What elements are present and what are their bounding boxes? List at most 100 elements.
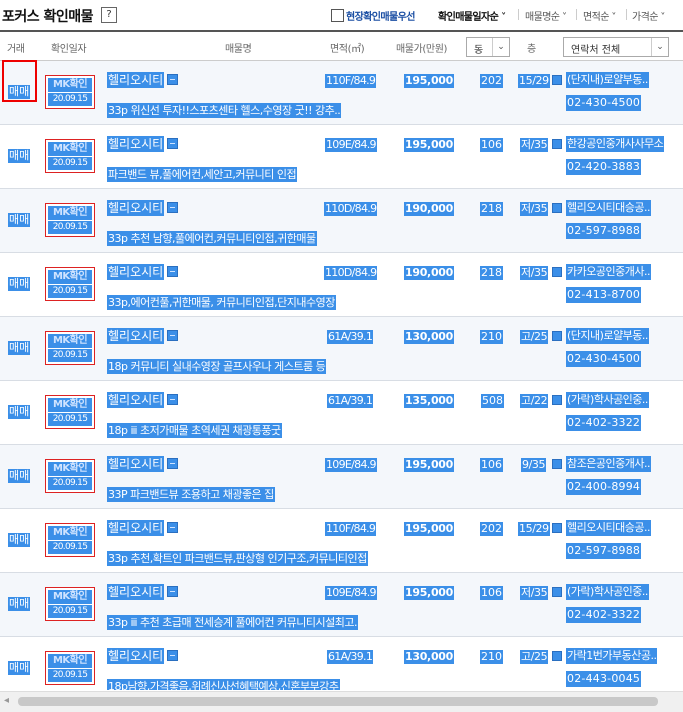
- onsite-priority-label[interactable]: 현장확인매물우선: [346, 8, 415, 23]
- agent-info-icon[interactable]: [552, 75, 562, 85]
- trade-type: 매매: [8, 661, 31, 675]
- memo-icon[interactable]: [167, 650, 178, 661]
- agent-phone: 02-420-3883: [566, 159, 642, 175]
- listing-name[interactable]: 헬리오시티: [107, 200, 165, 216]
- agent-info-icon[interactable]: [552, 587, 562, 597]
- area-value: 110F/84.9: [325, 522, 377, 536]
- floor-value: 고/25: [520, 650, 549, 664]
- memo-icon[interactable]: [167, 202, 178, 213]
- confirm-date: 20.09.15: [48, 157, 92, 170]
- table-row[interactable]: 매매 MK확인 20.09.15 헬리오시티 33p ⅲ 추천 초급매 전세승계 풀에어…: [0, 573, 683, 637]
- agent-info-icon[interactable]: [552, 139, 562, 149]
- sort-confirm-date[interactable]: 확인매물일자순 ˅: [438, 8, 506, 23]
- agent-name[interactable]: (가락)학사공인중..: [566, 392, 649, 408]
- sort-price[interactable]: 가격순 ˅: [632, 8, 665, 23]
- agent-info-icon[interactable]: [552, 395, 562, 405]
- mk-confirm-label: MK확인: [48, 398, 92, 412]
- agent-name[interactable]: (단지내)로얄부동..: [566, 328, 649, 344]
- chevron-down-icon: ⌄: [492, 38, 509, 56]
- memo-icon[interactable]: [167, 458, 178, 469]
- price-value: 195,000: [404, 138, 455, 152]
- agent-name[interactable]: 헬리오시티대승공..: [566, 520, 651, 536]
- listing-name[interactable]: 헬리오시티: [107, 456, 165, 472]
- listing-description[interactable]: 18p남향,가격좋음,위례신사선혜택예상,신혼부부강추: [107, 679, 340, 690]
- dong-select[interactable]: 동 ⌄: [466, 37, 510, 57]
- onsite-priority-checkbox[interactable]: [331, 9, 344, 22]
- confirm-date: 20.09.15: [48, 605, 92, 618]
- agent-name[interactable]: (단지내)로얄부동..: [566, 72, 649, 88]
- agent-name[interactable]: 카카오공인중개사..: [566, 264, 651, 280]
- listing-name[interactable]: 헬리오시티: [107, 392, 165, 408]
- mk-confirm-label: MK확인: [48, 78, 92, 92]
- listing-description[interactable]: 18p 커뮤니티 실내수영장 골프사우나 게스트룸 등: [107, 359, 327, 374]
- memo-icon[interactable]: [167, 138, 178, 149]
- memo-icon[interactable]: [167, 522, 178, 533]
- contact-select[interactable]: 연락처 전체 ⌄: [563, 37, 669, 57]
- sort-area[interactable]: 면적순 ˅: [583, 8, 616, 23]
- floor-value: 9/35: [521, 458, 547, 472]
- table-row[interactable]: 매매 MK확인 20.09.15 헬리오시티 18p ⅲ 초저가매물 초역세권 채광통풍…: [0, 381, 683, 445]
- agent-name[interactable]: (가락)학사공인중..: [566, 584, 649, 600]
- listing-name[interactable]: 헬리오시티: [107, 328, 165, 344]
- table-row[interactable]: 매매 MK확인 20.09.15 헬리오시티 18p 커뮤니티 실내수영장 골프사우나 …: [0, 317, 683, 381]
- listing-description[interactable]: 33p 위신선 투자!!스포츠센타 헬스,수영장 굿!! 강추..: [107, 103, 342, 118]
- floor-value: 저/35: [520, 266, 549, 280]
- agent-name[interactable]: 가락1번가부동산공..: [566, 648, 658, 664]
- help-icon[interactable]: ?: [101, 7, 117, 23]
- top-bar: 포커스 확인매물 ? 현장확인매물우선 확인매물일자순 ˅ 매물명순 ˅ 면적순…: [0, 0, 683, 32]
- listing-description[interactable]: 18p ⅲ 초저가매물 초역세권 채광통풍굿: [107, 423, 282, 438]
- agent-name[interactable]: 한강공인중개사사무소: [566, 136, 665, 152]
- listing-table: 매매 MK확인 20.09.15 헬리오시티 33p 위신선 투자!!스포츠센타 헬스,…: [0, 61, 683, 690]
- table-row[interactable]: 매매 MK확인 20.09.15 헬리오시티 33p,에어컨풀,귀한매물, 커뮤니티인접…: [0, 253, 683, 317]
- agent-info-icon[interactable]: [552, 459, 562, 469]
- memo-icon[interactable]: [167, 266, 178, 277]
- agent-info-icon[interactable]: [552, 331, 562, 341]
- trade-type: 매매: [8, 149, 31, 163]
- col-area: 면적(㎡): [330, 44, 365, 55]
- divider: [626, 9, 627, 20]
- memo-icon[interactable]: [167, 74, 178, 85]
- agent-phone: 02-402-3322: [566, 415, 642, 431]
- listing-name[interactable]: 헬리오시티: [107, 136, 165, 152]
- listing-name[interactable]: 헬리오시티: [107, 520, 165, 536]
- agent-phone: 02-430-4500: [566, 351, 642, 367]
- table-row[interactable]: 매매 MK확인 20.09.15 헬리오시티 33p 추천,확트인 파크밴드뷰,판상형 …: [0, 509, 683, 573]
- agent-info-icon[interactable]: [552, 267, 562, 277]
- table-row[interactable]: 매매 MK확인 20.09.15 헬리오시티 33p 추천 남향,풀에어컨,커뮤니티인접…: [0, 189, 683, 253]
- table-row[interactable]: 매매 MK확인 20.09.15 헬리오시티 33P 파크밴드뷰 조용하고 채광좋은 집…: [0, 445, 683, 509]
- table-row[interactable]: 매매 MK확인 20.09.15 헬리오시티 33p 위신선 투자!!스포츠센타 헬스,…: [0, 61, 683, 125]
- agent-info-icon[interactable]: [552, 203, 562, 213]
- memo-icon[interactable]: [167, 586, 178, 597]
- sort-name[interactable]: 매물명순 ˅: [525, 8, 567, 23]
- scroll-thumb[interactable]: [18, 697, 658, 706]
- memo-icon[interactable]: [167, 330, 178, 341]
- agent-info-icon[interactable]: [552, 651, 562, 661]
- listing-name[interactable]: 헬리오시티: [107, 584, 165, 600]
- col-price: 매물가(만원): [396, 44, 448, 55]
- horizontal-scrollbar[interactable]: ◂: [0, 691, 683, 712]
- dong-value: 106: [480, 138, 503, 152]
- floor-value: 15/29: [518, 522, 550, 536]
- listing-name[interactable]: 헬리오시티: [107, 648, 165, 664]
- memo-icon[interactable]: [167, 394, 178, 405]
- scroll-left-icon[interactable]: ◂: [4, 695, 9, 706]
- listing-description[interactable]: 파크밴드 뷰,풀에어컨,세안고,커뮤니티 인접: [107, 167, 298, 182]
- dong-value: 202: [480, 522, 503, 536]
- listing-description[interactable]: 33p 추천 남향,풀에어컨,커뮤니티인접,귀한매물: [107, 231, 317, 246]
- agent-phone: 02-597-8988: [566, 223, 642, 239]
- agent-name[interactable]: 참조은공인중개사..: [566, 456, 651, 472]
- listing-name[interactable]: 헬리오시티: [107, 72, 165, 88]
- agent-info-icon[interactable]: [552, 523, 562, 533]
- mk-confirm-badge: MK확인 20.09.15: [45, 459, 95, 493]
- mk-confirm-label: MK확인: [48, 462, 92, 476]
- listing-description[interactable]: 33p ⅲ 추천 초급매 전세승계 풀에어컨 커뮤니티시설최고.: [107, 615, 358, 630]
- listing-description[interactable]: 33p 추천,확트인 파크밴드뷰,판상형 인기구조,커뮤니티인접: [107, 551, 368, 566]
- table-row[interactable]: 매매 MK확인 20.09.15 헬리오시티 18p남향,가격좋음,위례신사선혜택예상,…: [0, 637, 683, 690]
- listing-description[interactable]: 33p,에어컨풀,귀한매물, 커뮤니티인접,단지내수영장: [107, 295, 336, 310]
- table-row[interactable]: 매매 MK확인 20.09.15 헬리오시티 파크밴드 뷰,풀에어컨,세안고,커뮤니티 …: [0, 125, 683, 189]
- agent-name[interactable]: 헬리오시티대승공..: [566, 200, 651, 216]
- listing-name[interactable]: 헬리오시티: [107, 264, 165, 280]
- listing-description[interactable]: 33P 파크밴드뷰 조용하고 채광좋은 집: [107, 487, 275, 502]
- floor-value: 저/35: [520, 586, 549, 600]
- mk-confirm-badge: MK확인 20.09.15: [45, 587, 95, 621]
